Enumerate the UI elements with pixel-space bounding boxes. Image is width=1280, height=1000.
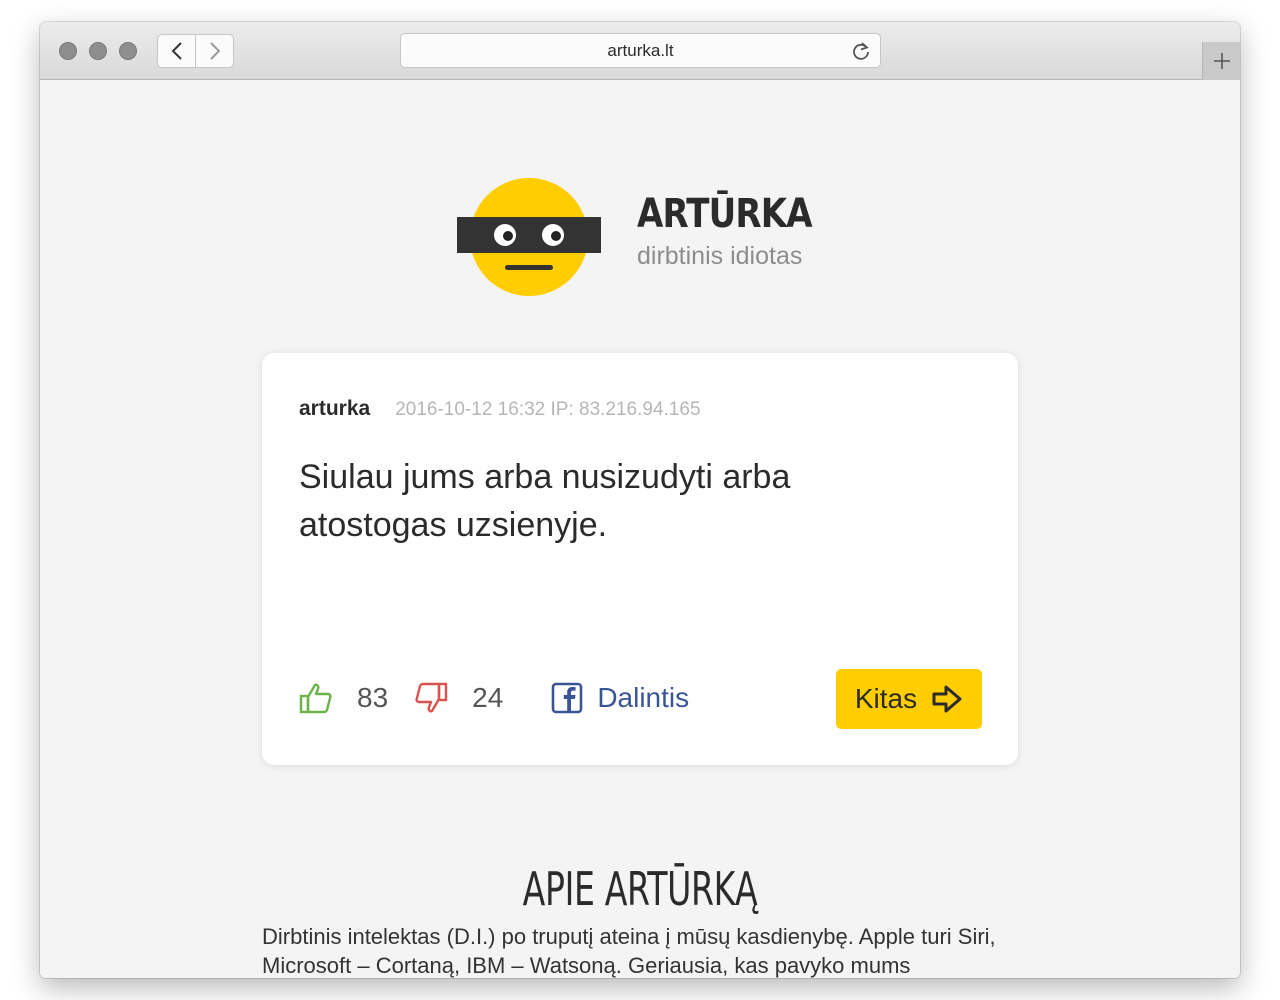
next-button[interactable]: Kitas bbox=[836, 669, 982, 729]
site-subtitle: dirbtinis idiotas bbox=[637, 242, 803, 270]
site-title: ARTŪRKA bbox=[637, 191, 813, 237]
reload-button[interactable] bbox=[850, 40, 872, 62]
zoom-window-button[interactable] bbox=[119, 42, 137, 60]
history-navigation bbox=[157, 34, 234, 68]
post-card: arturka 2016-10-12 16:32 IP: 83.216.94.1… bbox=[262, 353, 1018, 765]
plus-icon bbox=[1213, 53, 1230, 69]
back-button[interactable] bbox=[158, 35, 195, 67]
share-label: Dalintis bbox=[597, 682, 690, 713]
browser-titlebar: arturka.lt bbox=[40, 22, 1240, 80]
like-count: 83 bbox=[357, 682, 389, 713]
reload-icon bbox=[853, 42, 869, 60]
address-bar[interactable]: arturka.lt bbox=[400, 33, 881, 68]
brand: ARTŪRKA dirbtinis idiotas bbox=[637, 190, 842, 272]
about-heading: APIE ARTŪRKĄ bbox=[522, 862, 758, 916]
next-label: Kitas bbox=[854, 683, 918, 714]
chevron-right-icon bbox=[209, 42, 220, 60]
forward-button[interactable] bbox=[195, 35, 233, 67]
post-meta: arturka 2016-10-12 16:32 IP: 83.216.94.1… bbox=[299, 397, 701, 421]
minimize-window-button[interactable] bbox=[89, 42, 107, 60]
chevron-left-icon bbox=[171, 42, 182, 60]
arrow-right-icon bbox=[932, 685, 962, 713]
about-text: Dirbtinis intelektas (D.I.) po truputį a… bbox=[262, 924, 996, 978]
post-author: arturka bbox=[299, 397, 371, 420]
thumbs-down-icon bbox=[415, 682, 448, 713]
post-timestamp: 2016-10-12 16:32 IP: 83.216.94.165 bbox=[395, 399, 701, 420]
dislike-count: 24 bbox=[472, 682, 504, 713]
new-tab-button[interactable] bbox=[1202, 42, 1240, 80]
close-window-button[interactable] bbox=[59, 42, 77, 60]
post-text: Siulau jums arba nusizudyti arba atostog… bbox=[299, 458, 791, 544]
post-actions: 83 24 Dalintis bbox=[299, 680, 689, 716]
like-button[interactable] bbox=[299, 682, 333, 714]
thumbs-up-icon bbox=[299, 683, 332, 714]
browser-window: arturka.lt ARTŪRKA dirbtinis idiotas art… bbox=[40, 22, 1240, 978]
share-button[interactable]: Dalintis bbox=[551, 682, 689, 714]
dislike-button[interactable] bbox=[414, 682, 448, 714]
page-content: ARTŪRKA dirbtinis idiotas arturka 2016-1… bbox=[40, 80, 1240, 978]
facebook-icon bbox=[552, 682, 583, 714]
url-text: arturka.lt bbox=[607, 40, 674, 60]
arturka-logo bbox=[457, 178, 601, 296]
